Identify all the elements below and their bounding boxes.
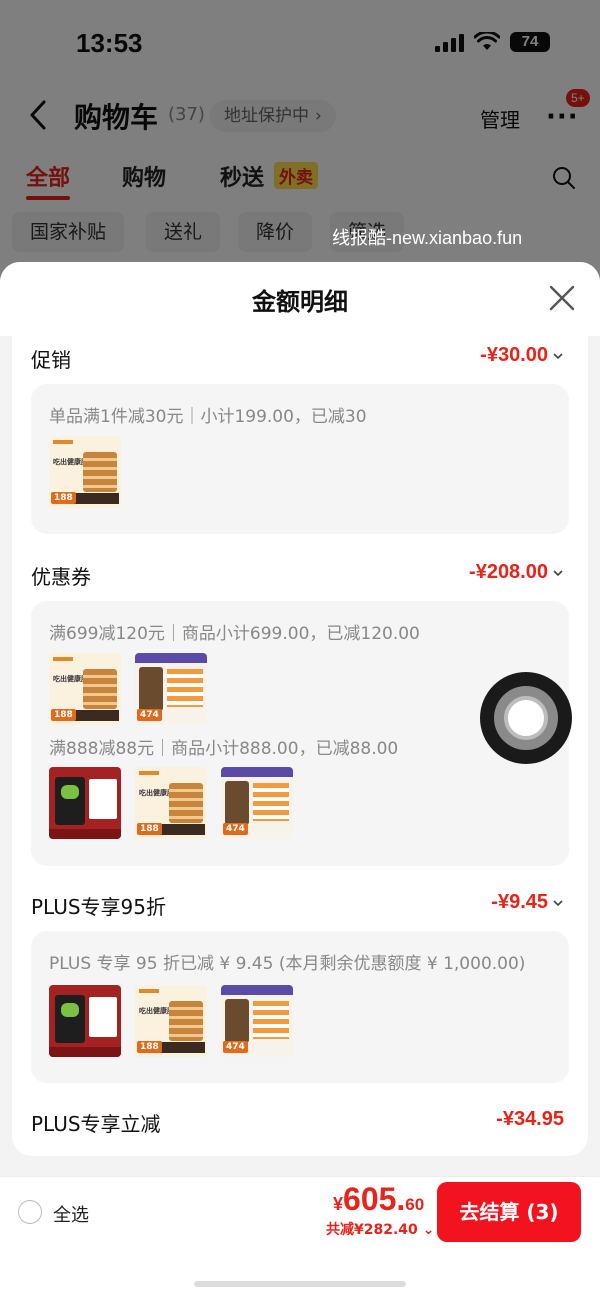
- currency-symbol: ¥: [333, 1194, 344, 1214]
- product-price: 188: [51, 492, 76, 504]
- coupon-amount-value: -¥208.00: [469, 561, 548, 583]
- promotion-amount[interactable]: -¥30.00: [480, 344, 564, 367]
- chevron-down-icon: [553, 899, 563, 906]
- home-indicator: [194, 1281, 406, 1287]
- total-saved[interactable]: 共减¥282.40 ⌄: [326, 1219, 434, 1239]
- plus-instant-title: PLUS专享立减: [31, 1112, 161, 1136]
- promotion-note: 单品满1件减30元｜小计199.00，已减30: [49, 407, 367, 427]
- plus-discount-note: PLUS 专享 95 折已减 ¥ 9.45 (本月剩余优惠额度 ¥ 1,000.…: [49, 954, 526, 974]
- chevron-down-icon: [553, 569, 563, 576]
- coupon-note-1: 满699减120元｜商品小计699.00，已减120.00: [49, 624, 420, 644]
- product-price: 188: [137, 823, 162, 835]
- assistive-touch-button[interactable]: [480, 672, 572, 764]
- select-all-checkbox[interactable]: [18, 1200, 42, 1224]
- product-thumb-dogfood[interactable]: [49, 985, 121, 1057]
- promotion-amount-value: -¥30.00: [480, 344, 548, 366]
- sheet-header: 金额明细: [0, 262, 600, 336]
- product-thumb-kibble[interactable]: 474: [221, 985, 293, 1057]
- sheet-title: 金额明细: [252, 288, 348, 316]
- plus-discount-group: PLUS 专享 95 折已减 ¥ 9.45 (本月剩余优惠额度 ¥ 1,000.…: [31, 931, 569, 1083]
- product-thumb-kibble[interactable]: 474: [135, 653, 207, 725]
- total-saved-value: 共减¥282.40: [326, 1222, 418, 1238]
- coupon-note-2: 满888减88元｜商品小计888.00，已减88.00: [49, 739, 399, 759]
- product-price: 474: [137, 709, 162, 721]
- total-price: ¥605.60: [333, 1181, 424, 1218]
- promotion-title: 促销: [31, 348, 71, 372]
- product-thumb-dogfood[interactable]: [49, 767, 121, 839]
- product-price: 474: [223, 1041, 248, 1053]
- coupon-title: 优惠券: [31, 565, 91, 589]
- total-integer: 605.: [343, 1181, 406, 1217]
- plus-instant-amount: -¥34.95: [496, 1108, 564, 1130]
- watermark-text: 线报酷-new.xianbao.fun: [332, 228, 523, 248]
- product-price: 188: [137, 1041, 162, 1053]
- chevron-down-icon: ⌄: [422, 1222, 435, 1238]
- checkout-button[interactable]: 去结算 (3): [437, 1182, 581, 1242]
- product-price: 188: [51, 709, 76, 721]
- close-icon[interactable]: [548, 284, 576, 312]
- product-price: 474: [223, 823, 248, 835]
- plus-discount-title: PLUS专享95折: [31, 895, 166, 919]
- product-thumb-canned[interactable]: 吃出健康肥长肉补水188: [49, 436, 121, 508]
- plus-discount-amount[interactable]: -¥9.45: [491, 891, 564, 914]
- coupon-amount[interactable]: -¥208.00: [469, 561, 564, 584]
- promotion-group: 单品满1件减30元｜小计199.00，已减30 吃出健康肥长肉补水188: [31, 384, 569, 534]
- plus-discount-amount-value: -¥9.45: [491, 891, 548, 913]
- total-decimal: 60: [405, 1195, 425, 1214]
- amount-detail-sheet: 金额明细 促销 -¥30.00 单品满1件减30元｜小计199.00，已减30 …: [0, 262, 600, 1300]
- product-thumb-canned[interactable]: 吃出健康肥长肉补水188: [135, 985, 207, 1057]
- chevron-down-icon: [553, 352, 563, 359]
- product-thumb-canned[interactable]: 吃出健康肥长肉补水188: [135, 767, 207, 839]
- product-thumb-canned[interactable]: 吃出健康肥长肉补水188: [49, 653, 121, 725]
- checkout-bar: 全选 ¥605.60 共减¥282.40 ⌄ 去结算 (3): [0, 1176, 600, 1300]
- product-thumb-kibble[interactable]: 474: [221, 767, 293, 839]
- select-all-label[interactable]: 全选: [53, 1201, 89, 1227]
